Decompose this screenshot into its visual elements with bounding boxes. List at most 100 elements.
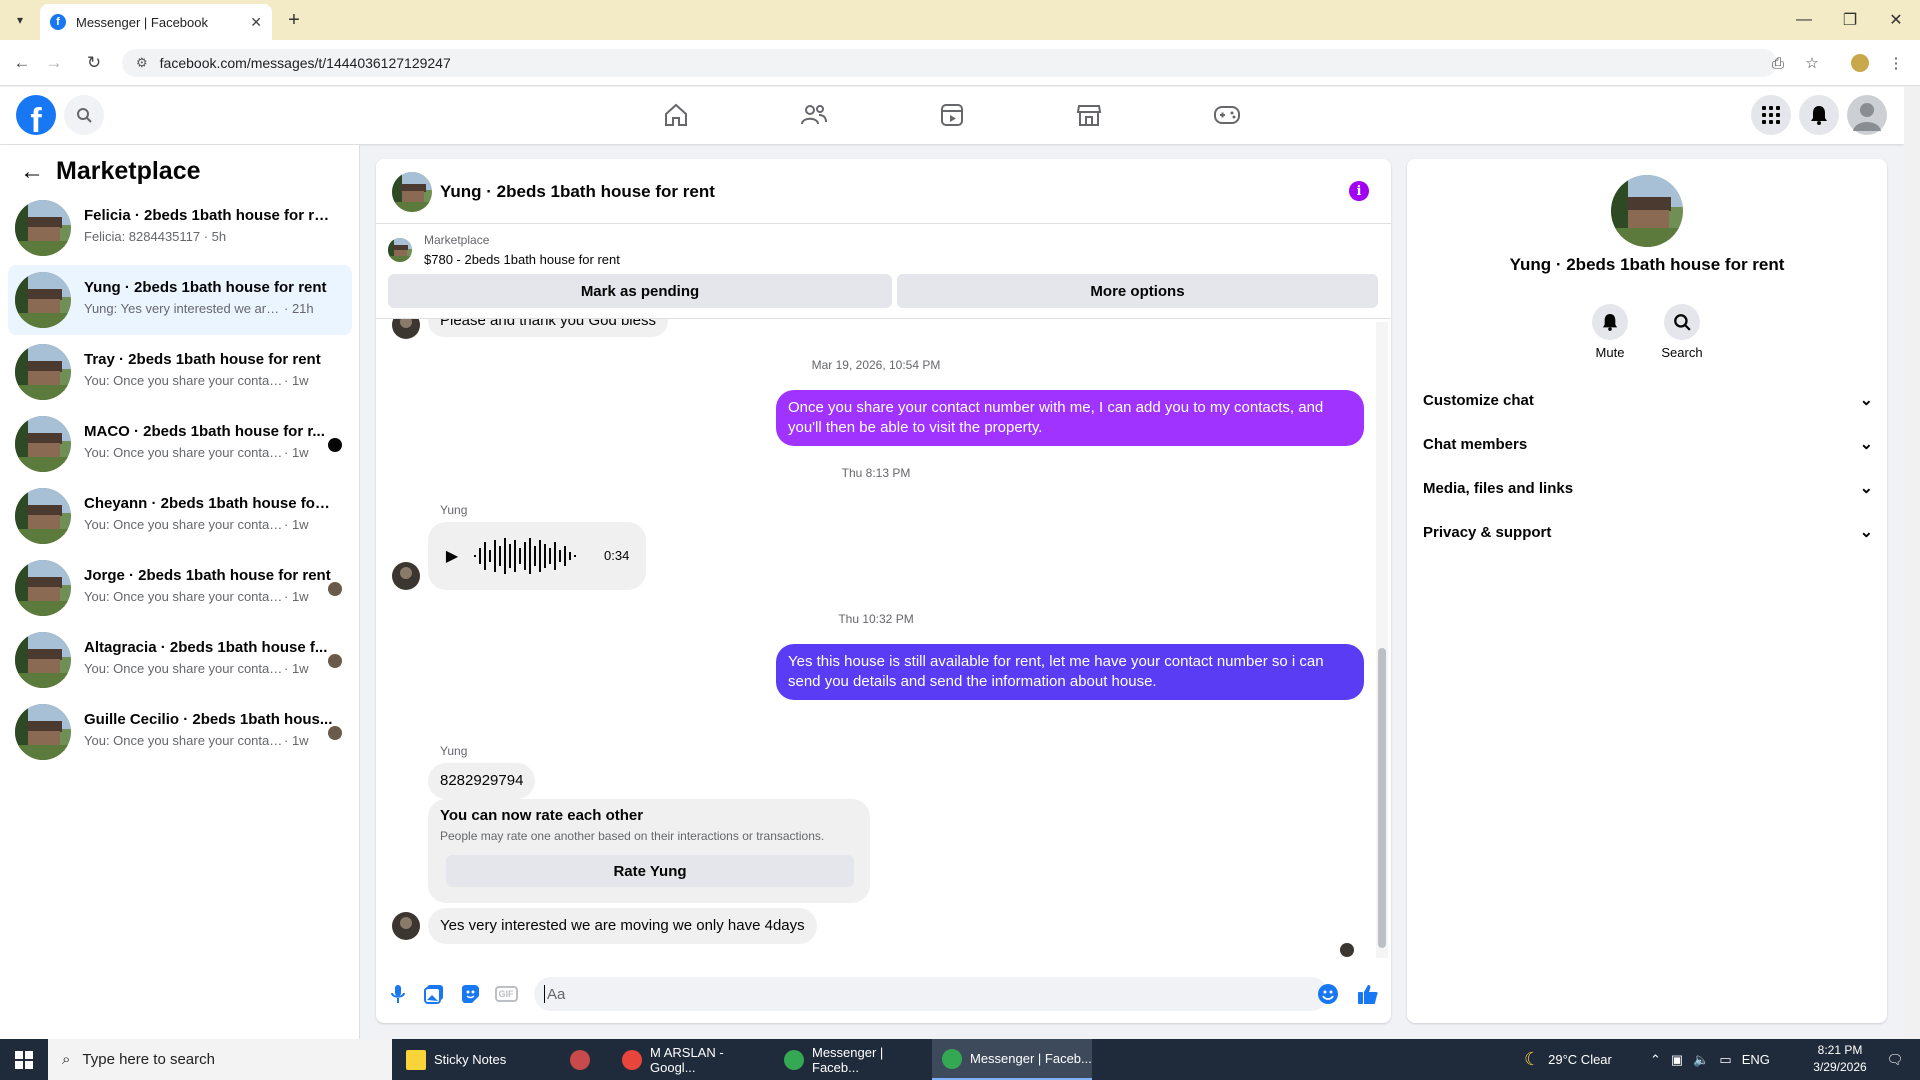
- site-info-icon[interactable]: ⚙: [136, 55, 148, 71]
- mark-as-pending-button[interactable]: Mark as pending: [388, 274, 892, 308]
- media-files-links-row[interactable]: Media, files and links ⌄: [1423, 466, 1873, 510]
- close-window-button[interactable]: ✕: [1876, 8, 1916, 32]
- taskbar-app-label: Messenger | Faceb...: [812, 1044, 884, 1075]
- conversation-title: MACO · 2beds 1bath house for r...: [84, 423, 325, 440]
- clock[interactable]: 8:21 PM 3/29/2026: [1800, 1042, 1880, 1076]
- battery-icon[interactable]: ▭: [1719, 1052, 1731, 1068]
- windows-start-icon[interactable]: [0, 1039, 48, 1080]
- gif-icon[interactable]: GIF: [494, 982, 518, 1006]
- mute-bell-icon[interactable]: [1592, 304, 1628, 340]
- listing-thumbnail[interactable]: [388, 238, 412, 262]
- more-options-button[interactable]: More options: [897, 274, 1378, 308]
- search-icon[interactable]: [1664, 304, 1700, 340]
- back-arrow-icon[interactable]: ←: [10, 51, 34, 75]
- back-arrow-icon[interactable]: ←: [18, 158, 46, 186]
- new-tab-button[interactable]: +: [282, 8, 306, 32]
- conversation-item[interactable]: Guille Cecilio · 2beds 1bath hous... You:…: [8, 697, 352, 767]
- taskbar-search-field[interactable]: ⌕ Type here to search: [48, 1039, 392, 1080]
- taskbar-app-chrome-3[interactable]: Messenger | Faceb...: [932, 1039, 1092, 1080]
- unread-dot-icon: [328, 438, 342, 452]
- taskbar-app-chrome-1[interactable]: M ARSLAN - Googl...: [612, 1039, 772, 1080]
- gaming-icon[interactable]: [1210, 100, 1244, 130]
- marketplace-icon[interactable]: [1072, 100, 1106, 130]
- marketplace-label: Marketplace: [424, 233, 490, 247]
- video-icon[interactable]: [935, 100, 969, 130]
- network-icon[interactable]: ▣: [1671, 1052, 1683, 1068]
- sender-name: Yung: [440, 503, 468, 517]
- tab-search-icon[interactable]: ▾: [8, 8, 32, 32]
- browser-menu-icon[interactable]: ⋮: [1884, 51, 1908, 75]
- conversation-item[interactable]: Felicia · 2beds 1bath house for rent Feli…: [8, 193, 352, 263]
- language-indicator[interactable]: ENG: [1742, 1052, 1770, 1067]
- reload-icon[interactable]: ↻: [82, 51, 106, 75]
- sender-avatar: [392, 319, 420, 339]
- install-app-icon[interactable]: ⎙: [1766, 51, 1790, 75]
- bookmark-star-icon[interactable]: ☆: [1800, 51, 1824, 75]
- photo-icon[interactable]: [422, 982, 446, 1006]
- minimize-button[interactable]: —: [1784, 8, 1824, 32]
- chat-scrollbar-thumb[interactable]: [1378, 648, 1386, 948]
- conversation-time: · 21h: [284, 301, 314, 316]
- play-icon[interactable]: ▶: [440, 544, 464, 568]
- notification-center-icon[interactable]: 🗨: [1880, 1039, 1910, 1080]
- chat-title[interactable]: Yung · 2beds 1bath house for rent: [440, 182, 715, 202]
- facebook-search-icon[interactable]: [64, 95, 104, 135]
- conversation-item[interactable]: MACO · 2beds 1bath house for r... You: On…: [8, 409, 352, 479]
- system-tray-icons[interactable]: ⌃ ▣ 🔈 ▭ ENG: [1650, 1039, 1770, 1080]
- customize-chat-row[interactable]: Customize chat ⌄: [1423, 378, 1873, 422]
- conversation-item[interactable]: Tray · 2beds 1bath house for rent You: On…: [8, 337, 352, 407]
- timestamp: Thu 8:13 PM: [841, 466, 911, 480]
- facebook-logo-icon[interactable]: f: [16, 95, 56, 135]
- privacy-support-row[interactable]: Privacy & support ⌄: [1423, 510, 1873, 554]
- chrome-icon: [784, 1049, 804, 1070]
- seen-receipt-avatar: [1340, 943, 1354, 957]
- rate-yung-button[interactable]: Rate Yung: [446, 855, 854, 887]
- tab-close-icon[interactable]: ✕: [250, 14, 262, 31]
- taskbar-app-chrome-2[interactable]: Messenger | Faceb...: [774, 1039, 930, 1080]
- conversation-snippet: You: Once you share your contact ...: [84, 733, 284, 748]
- sender-avatar: [392, 562, 420, 590]
- message-input[interactable]: Aa: [534, 977, 1328, 1011]
- info-avatar[interactable]: [1611, 175, 1683, 247]
- notifications-bell-icon[interactable]: [1799, 95, 1839, 135]
- microphone-icon[interactable]: [386, 982, 410, 1006]
- conversation-item[interactable]: Yung · 2beds 1bath house for rent Yung: Y…: [8, 265, 352, 335]
- conversation-title: Altagracia · 2beds 1bath house f...: [84, 639, 328, 656]
- conversation-snippet: You: Once you share your contact ...: [84, 661, 284, 676]
- taskbar-app-sticky-notes[interactable]: Sticky Notes: [396, 1039, 552, 1080]
- weather-widget[interactable]: ☾ 29°C Clear: [1524, 1039, 1612, 1080]
- url-field[interactable]: ⚙ facebook.com/messages/t/14440361271292…: [122, 49, 1777, 77]
- listing-title[interactable]: $780 - 2beds 1bath house for rent: [424, 252, 620, 267]
- voice-message: ▶ 0:34: [428, 522, 646, 590]
- profile-icon[interactable]: [1848, 51, 1872, 75]
- conversation-time: · 1w: [284, 661, 309, 676]
- home-icon[interactable]: [659, 100, 693, 130]
- chat-members-row[interactable]: Chat members ⌄: [1423, 422, 1873, 466]
- conversation-item[interactable]: Cheyann · 2beds 1bath house for r... You:…: [8, 481, 352, 551]
- friends-icon[interactable]: [797, 100, 831, 130]
- conversation-item[interactable]: Jorge · 2beds 1bath house for rent You: O…: [8, 553, 352, 623]
- like-thumb-icon[interactable]: [1356, 982, 1380, 1006]
- seen-avatar-icon: [328, 726, 342, 740]
- mute-label: Mute: [1595, 345, 1625, 360]
- conversation-time: · 1w: [284, 373, 309, 388]
- chrome-icon: [622, 1049, 642, 1070]
- browser-tab-messenger[interactable]: f Messenger | Facebook ✕: [40, 4, 272, 40]
- volume-icon[interactable]: 🔈: [1693, 1052, 1709, 1068]
- emoji-icon[interactable]: [1316, 982, 1340, 1006]
- conversation-time: · 1w: [284, 589, 309, 604]
- page-scrollbar[interactable]: [1904, 87, 1920, 1039]
- chevron-up-icon[interactable]: ⌃: [1650, 1052, 1661, 1068]
- conversation-snippet: Yung: Yes very interested we are mo...: [84, 301, 284, 316]
- menu-grid-icon[interactable]: [1751, 95, 1791, 135]
- taskbar-app-pinned[interactable]: [560, 1039, 606, 1080]
- weather-text: 29°C Clear: [1548, 1052, 1612, 1067]
- sticker-icon[interactable]: [458, 982, 482, 1006]
- taskbar-app-label: Messenger | Faceb...: [970, 1051, 1092, 1066]
- conversation-item[interactable]: Altagracia · 2beds 1bath house f... You: …: [8, 625, 352, 695]
- chat-avatar[interactable]: [392, 172, 432, 212]
- account-avatar[interactable]: [1847, 95, 1887, 135]
- restore-button[interactable]: ❐: [1830, 8, 1870, 32]
- forward-arrow-icon[interactable]: →: [42, 51, 66, 75]
- info-icon[interactable]: i: [1349, 181, 1369, 201]
